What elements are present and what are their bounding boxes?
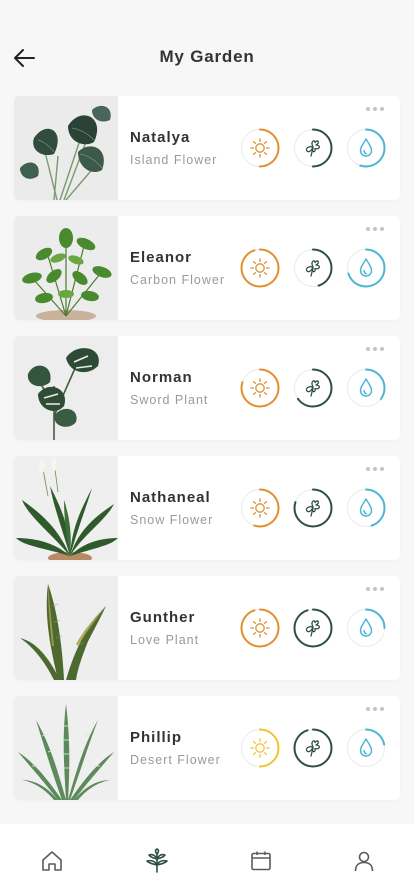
- more-options-button[interactable]: [366, 224, 388, 234]
- plant-subtitle: Island Flower: [130, 153, 218, 167]
- water-gauge[interactable]: [346, 368, 386, 408]
- plant-subtitle: Love Plant: [130, 633, 200, 647]
- sunlight-gauge[interactable]: [240, 728, 280, 768]
- nav-profile[interactable]: [351, 848, 377, 874]
- monstera-photo: [14, 336, 118, 440]
- dot-icon: [366, 107, 370, 111]
- plant-card[interactable]: Natalya Island Flower: [14, 96, 400, 200]
- bottom-nav: [0, 824, 414, 896]
- dot-icon: [373, 227, 377, 231]
- more-options-button[interactable]: [366, 584, 388, 594]
- dot-icon: [366, 467, 370, 471]
- water-gauge[interactable]: [346, 128, 386, 168]
- dot-icon: [366, 227, 370, 231]
- plant-card[interactable]: Phillip Desert Flower: [14, 696, 400, 800]
- plant-health-gauge[interactable]: [293, 608, 333, 648]
- plant-health-gauge[interactable]: [293, 728, 333, 768]
- anthurium-photo: [14, 96, 118, 200]
- plant-health-gauge[interactable]: [293, 368, 333, 408]
- dot-icon: [373, 107, 377, 111]
- plant-name: Nathaneal: [130, 489, 211, 506]
- sunlight-gauge[interactable]: [240, 488, 280, 528]
- more-options-button[interactable]: [366, 704, 388, 714]
- plant-list: Natalya Island Flower Eleanor Carbon Flo…: [14, 96, 400, 816]
- plant-subtitle: Carbon Flower: [130, 273, 225, 287]
- dot-icon: [380, 227, 384, 231]
- calendar-icon: [251, 851, 271, 871]
- snake-plant-photo: [14, 576, 118, 680]
- plant-health-gauge[interactable]: [293, 128, 333, 168]
- sunlight-gauge[interactable]: [240, 128, 280, 168]
- water-gauge[interactable]: [346, 728, 386, 768]
- plant-health-gauge[interactable]: [293, 248, 333, 288]
- more-options-button[interactable]: [366, 344, 388, 354]
- plant-name: Natalya: [130, 129, 191, 146]
- peace-lily-photo: [14, 456, 118, 560]
- water-gauge[interactable]: [346, 608, 386, 648]
- nav-home[interactable]: [39, 848, 65, 874]
- dot-icon: [380, 467, 384, 471]
- leaf-icon: [146, 848, 168, 873]
- dot-icon: [373, 587, 377, 591]
- home-icon: [42, 851, 62, 871]
- dot-icon: [373, 467, 377, 471]
- plant-card[interactable]: Gunther Love Plant: [14, 576, 400, 680]
- dot-icon: [380, 347, 384, 351]
- nav-calendar[interactable]: [248, 848, 274, 874]
- profile-icon: [354, 851, 374, 872]
- more-options-button[interactable]: [366, 104, 388, 114]
- dot-icon: [373, 347, 377, 351]
- dot-icon: [366, 587, 370, 591]
- dot-icon: [380, 707, 384, 711]
- plant-subtitle: Sword Plant: [130, 393, 209, 407]
- sunlight-gauge[interactable]: [240, 368, 280, 408]
- dot-icon: [373, 707, 377, 711]
- plant-card[interactable]: Norman Sword Plant: [14, 336, 400, 440]
- more-options-button[interactable]: [366, 464, 388, 474]
- sunlight-gauge[interactable]: [240, 248, 280, 288]
- dot-icon: [366, 347, 370, 351]
- water-gauge[interactable]: [346, 488, 386, 528]
- plant-subtitle: Snow Flower: [130, 513, 214, 527]
- page-title: My Garden: [159, 47, 255, 66]
- aloe-photo: [14, 696, 118, 800]
- plant-name: Phillip: [130, 729, 182, 746]
- plant-card[interactable]: Nathaneal Snow Flower: [14, 456, 400, 560]
- plant-name: Gunther: [130, 609, 196, 626]
- plant-card[interactable]: Eleanor Carbon Flower: [14, 216, 400, 320]
- sunlight-gauge[interactable]: [240, 608, 280, 648]
- header: My Garden: [0, 0, 414, 96]
- water-gauge[interactable]: [346, 248, 386, 288]
- plant-subtitle: Desert Flower: [130, 753, 221, 767]
- dot-icon: [380, 107, 384, 111]
- plant-name: Norman: [130, 369, 193, 386]
- dot-icon: [366, 707, 370, 711]
- nav-garden[interactable]: [144, 848, 170, 874]
- dot-icon: [380, 587, 384, 591]
- plant-name: Eleanor: [130, 249, 193, 266]
- pothos-photo: [14, 216, 118, 320]
- plant-health-gauge[interactable]: [293, 488, 333, 528]
